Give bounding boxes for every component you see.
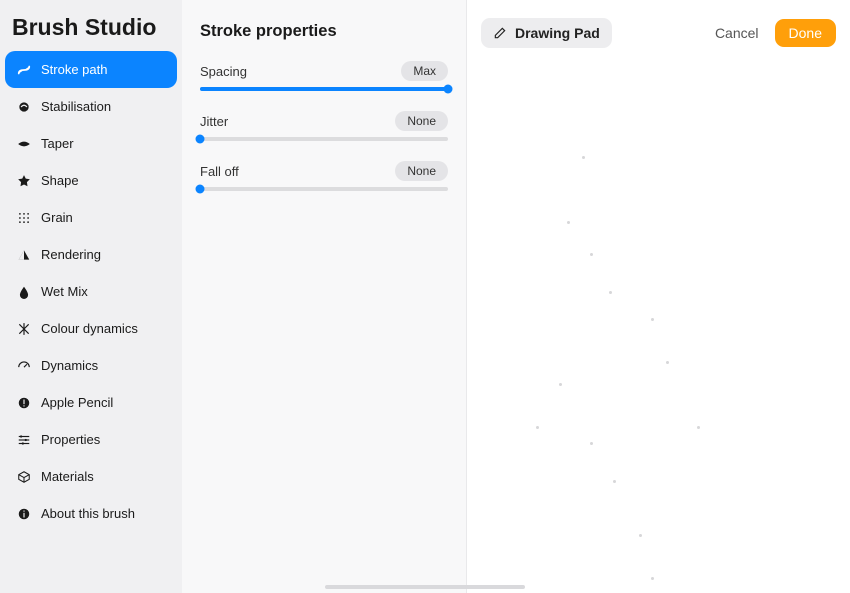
brush-dot [697, 426, 700, 429]
properties-panel: Stroke properties Spacing Max Jitter Non… [182, 0, 467, 593]
slider-track[interactable] [200, 137, 448, 141]
sidebar-item-grain[interactable]: Grain [5, 199, 177, 236]
sidebar-nav: Stroke path Stabilisation Taper Shape [0, 51, 182, 532]
rendering-icon [17, 248, 31, 262]
grain-icon [17, 211, 31, 225]
properties-icon [17, 433, 31, 447]
brush-dot [582, 156, 585, 159]
colour-dynamics-icon [17, 322, 31, 336]
dynamics-icon [17, 359, 31, 373]
sidebar-item-label: Colour dynamics [41, 321, 138, 336]
slider-thumb[interactable] [196, 135, 205, 144]
brush-dot [536, 426, 539, 429]
sidebar-item-stroke-path[interactable]: Stroke path [5, 51, 177, 88]
app-title: Brush Studio [0, 0, 182, 51]
brush-dot [567, 221, 570, 224]
slider-value-pill: None [395, 111, 448, 131]
slider-label: Jitter [200, 114, 228, 129]
sidebar-item-label: About this brush [41, 506, 135, 521]
stabilisation-icon [17, 100, 31, 114]
sidebar-item-label: Apple Pencil [41, 395, 113, 410]
sidebar-item-label: Wet Mix [41, 284, 88, 299]
sidebar-item-colour-dynamics[interactable]: Colour dynamics [5, 310, 177, 347]
panel-title: Stroke properties [200, 22, 448, 41]
edit-icon [493, 26, 507, 40]
slider-thumb[interactable] [196, 185, 205, 194]
slider-thumb[interactable] [444, 85, 453, 94]
preview-header: Drawing Pad Cancel Done [467, 0, 850, 48]
stroke-path-icon [17, 63, 31, 77]
slider-jitter: Jitter None [200, 111, 448, 141]
slider-value-pill: Max [401, 61, 448, 81]
sidebar-item-label: Stabilisation [41, 99, 111, 114]
slider-value-pill: None [395, 161, 448, 181]
sidebar-item-shape[interactable]: Shape [5, 162, 177, 199]
sidebar-item-dynamics[interactable]: Dynamics [5, 347, 177, 384]
slider-spacing: Spacing Max [200, 61, 448, 91]
sidebar-item-taper[interactable]: Taper [5, 125, 177, 162]
sidebar-item-properties[interactable]: Properties [5, 421, 177, 458]
sidebar-item-wet-mix[interactable]: Wet Mix [5, 273, 177, 310]
sidebar-item-label: Taper [41, 136, 74, 151]
sidebar-item-label: Rendering [41, 247, 101, 262]
slider-label: Spacing [200, 64, 247, 79]
sidebar-item-materials[interactable]: Materials [5, 458, 177, 495]
slider-track[interactable] [200, 87, 448, 91]
preview-area: Drawing Pad Cancel Done [467, 0, 850, 593]
sidebar-item-about[interactable]: About this brush [5, 495, 177, 532]
sidebar: Brush Studio Stroke path Stabilisation T… [0, 0, 182, 593]
sidebar-item-label: Shape [41, 173, 79, 188]
slider-fill [200, 87, 448, 91]
drawing-pad-label: Drawing Pad [515, 25, 600, 41]
sidebar-item-rendering[interactable]: Rendering [5, 236, 177, 273]
home-indicator [325, 585, 525, 589]
brush-dot [590, 442, 593, 445]
brush-dot [609, 291, 612, 294]
brush-dot [639, 534, 642, 537]
brush-dot [666, 361, 669, 364]
drawing-canvas[interactable] [467, 48, 850, 593]
wet-mix-icon [17, 285, 31, 299]
slider-label: Fall off [200, 164, 239, 179]
apple-pencil-icon [17, 396, 31, 410]
brush-dot [613, 480, 616, 483]
brush-dot [651, 318, 654, 321]
sidebar-item-apple-pencil[interactable]: Apple Pencil [5, 384, 177, 421]
brush-dot [590, 253, 593, 256]
sidebar-item-label: Grain [41, 210, 73, 225]
shape-icon [17, 174, 31, 188]
sidebar-item-label: Stroke path [41, 62, 108, 77]
sidebar-item-label: Materials [41, 469, 94, 484]
sidebar-item-stabilisation[interactable]: Stabilisation [5, 88, 177, 125]
done-button[interactable]: Done [775, 19, 836, 47]
slider-falloff: Fall off None [200, 161, 448, 191]
about-icon [17, 507, 31, 521]
taper-icon [17, 137, 31, 151]
brush-dot [559, 383, 562, 386]
sidebar-item-label: Dynamics [41, 358, 98, 373]
drawing-pad-button[interactable]: Drawing Pad [481, 18, 612, 48]
cancel-button[interactable]: Cancel [703, 19, 771, 47]
slider-track[interactable] [200, 187, 448, 191]
materials-icon [17, 470, 31, 484]
brush-dot [651, 577, 654, 580]
sidebar-item-label: Properties [41, 432, 100, 447]
